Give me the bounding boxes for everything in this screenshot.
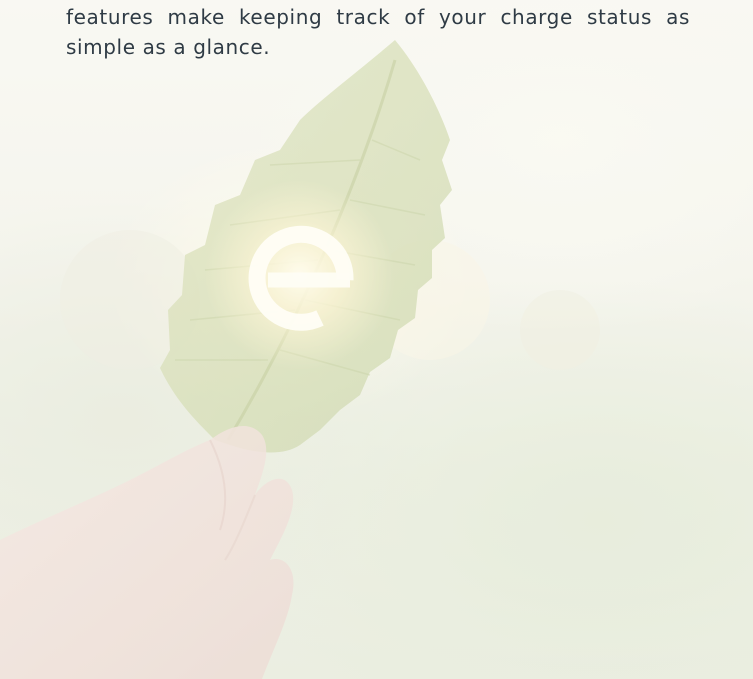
description-text: features make keeping track of your char… — [66, 5, 690, 59]
leaf-hand-illustration — [0, 0, 753, 679]
hero-background-image: features make keeping track of your char… — [0, 0, 753, 679]
